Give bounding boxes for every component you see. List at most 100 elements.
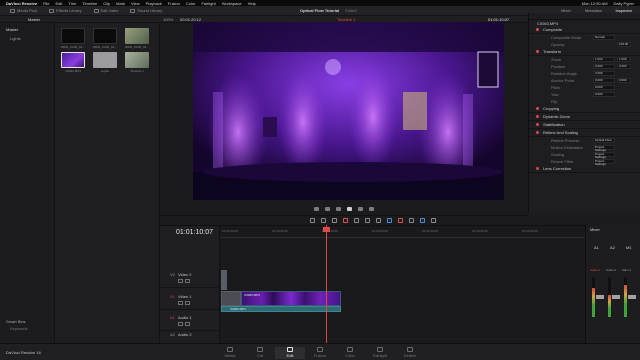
track-header-v2[interactable]: V2 Video 2 [160, 270, 220, 288]
clip-thumb-4[interactable] [61, 52, 85, 68]
lock-icon[interactable] [178, 322, 183, 326]
track-v2-clip[interactable] [221, 270, 227, 290]
flag-icon[interactable] [409, 218, 414, 223]
section-stabilization[interactable]: Stabilization [529, 121, 640, 129]
folder-lights-icon[interactable] [93, 52, 117, 68]
jump-start-icon[interactable] [314, 207, 319, 211]
menu-fusion[interactable]: Fusion [168, 1, 180, 6]
smart-bin-keywords[interactable]: Keywords [0, 325, 55, 332]
app-menu[interactable]: DaVinci Resolve [6, 1, 37, 6]
sound-library-icon [130, 8, 136, 13]
edit-index-toggle[interactable]: Edit Index [93, 8, 118, 13]
menu-fairlight[interactable]: Fairlight [201, 1, 215, 6]
motion-estimation-select[interactable]: Project Settings [593, 145, 615, 152]
opacity-field[interactable]: 100.00 [617, 42, 631, 47]
scaling-select[interactable]: Project Settings [593, 152, 615, 159]
page-fairlight[interactable]: Fairlight [365, 347, 395, 358]
section-composite[interactable]: Composite [529, 26, 640, 34]
rotation-field[interactable]: 0.000 [593, 71, 615, 76]
user-name[interactable]: Daily Pyper [614, 1, 634, 6]
lock-icon[interactable] [178, 279, 183, 283]
viewer-zoom[interactable]: 100% [163, 17, 173, 22]
solo-icon[interactable] [185, 322, 190, 326]
menu-trim[interactable]: Trim [68, 1, 76, 6]
step-forward-icon[interactable] [358, 207, 363, 211]
bin-lights[interactable]: Lights [0, 34, 54, 43]
loop-icon[interactable] [369, 207, 374, 211]
clip-thumb-1[interactable] [61, 28, 85, 44]
composite-mode-select[interactable]: Normal [593, 35, 615, 40]
prop-label: Flip [551, 99, 558, 104]
clip-thumb-3[interactable] [125, 28, 149, 44]
clip-thumb-2[interactable] [93, 28, 117, 44]
dynamic-trim-icon[interactable] [332, 218, 337, 223]
menu-workspace[interactable]: Workspace [222, 1, 242, 6]
yaw-field[interactable]: 0.000 [593, 92, 615, 97]
track-header-a1[interactable]: A1 Audio 1 [160, 313, 220, 331]
section-dynamic-zoom[interactable]: Dynamic Zoom [529, 113, 640, 121]
stop-icon[interactable] [336, 207, 341, 211]
pitch-field[interactable]: 0.000 [593, 85, 615, 90]
menu-timeline[interactable]: Timeline [82, 1, 97, 6]
page-media[interactable]: Media [215, 347, 245, 358]
video-clip-lead[interactable] [221, 291, 241, 306]
page-deliver[interactable]: Deliver [395, 347, 425, 358]
timeline-thumb[interactable] [125, 52, 149, 68]
page-cut[interactable]: Cut [245, 347, 275, 358]
timeline-timecode[interactable]: 01:01:10:07 [176, 229, 213, 236]
resize-filter-select[interactable]: Project Settings [593, 159, 615, 166]
track-header-v1[interactable]: V1 Video 1 [160, 292, 220, 310]
retime-process-select[interactable]: Optical Flow [593, 138, 615, 143]
play-icon[interactable] [347, 207, 352, 211]
position-x-field[interactable]: 0.000 [593, 64, 615, 69]
audio-clip[interactable]: C0063.MP4 [221, 306, 341, 312]
playhead[interactable] [326, 225, 327, 343]
fader-a2[interactable] [612, 295, 620, 299]
menu-view[interactable]: View [131, 1, 140, 6]
insert-clip-icon[interactable] [354, 218, 359, 223]
fader-a1[interactable] [596, 295, 604, 299]
effects-library-toggle[interactable]: Effects Library [49, 8, 82, 13]
page-edit[interactable]: Edit [275, 347, 305, 359]
snapping-icon[interactable] [387, 218, 392, 223]
selection-tool-icon[interactable] [310, 218, 315, 223]
eye-icon[interactable] [185, 279, 190, 283]
step-back-icon[interactable] [325, 207, 330, 211]
marker-icon[interactable] [420, 218, 425, 223]
page-color[interactable]: Color [335, 347, 365, 358]
media-pool-toggle[interactable]: Media Pool [10, 8, 37, 13]
section-transform[interactable]: Transform [529, 48, 640, 56]
bin-master[interactable]: Master [0, 25, 54, 34]
menu-help[interactable]: Help [248, 1, 256, 6]
menu-playback[interactable]: Playback [146, 1, 162, 6]
page-fusion[interactable]: Fusion [305, 347, 335, 358]
zoom-x-field[interactable]: 1.000 [593, 57, 615, 62]
timeline-ruler[interactable]: 01:00:00:00 01:00:40:00 01:01:20:00 01:0… [220, 226, 585, 238]
position-y-field[interactable]: 0.000 [617, 64, 631, 69]
menu-mark[interactable]: Mark [116, 1, 125, 6]
replace-clip-icon[interactable] [376, 218, 381, 223]
prop-label: Yaw [551, 92, 559, 97]
section-cropping[interactable]: Cropping [529, 105, 640, 113]
menu-color[interactable]: Color [186, 1, 196, 6]
trim-tool-icon[interactable] [321, 218, 326, 223]
zoom-full-icon[interactable] [431, 218, 436, 223]
timeline-viewer[interactable] [193, 22, 504, 200]
menu-clip[interactable]: Clip [103, 1, 110, 6]
menu-file[interactable]: File [43, 1, 49, 6]
blade-tool-icon[interactable] [343, 218, 348, 223]
menu-edit[interactable]: Edit [56, 1, 63, 6]
sound-library-toggle[interactable]: Sound Library [130, 8, 162, 13]
eye-icon[interactable] [185, 301, 190, 305]
section-retime-scaling[interactable]: Retime And Scaling [529, 129, 640, 137]
linked-selection-icon[interactable] [398, 218, 403, 223]
lock-icon[interactable] [178, 301, 183, 305]
bin-name[interactable]: Master [28, 17, 40, 22]
zoom-y-field[interactable]: 1.000 [617, 57, 631, 62]
mixer-title: Mixer [590, 227, 600, 232]
overwrite-clip-icon[interactable] [365, 218, 370, 223]
fader-m1[interactable] [628, 295, 636, 299]
anchor-x-field[interactable]: 0.000 [593, 78, 615, 83]
section-lens-correction[interactable]: Lens Correction [529, 165, 640, 173]
anchor-y-field[interactable]: 0.000 [617, 78, 631, 83]
